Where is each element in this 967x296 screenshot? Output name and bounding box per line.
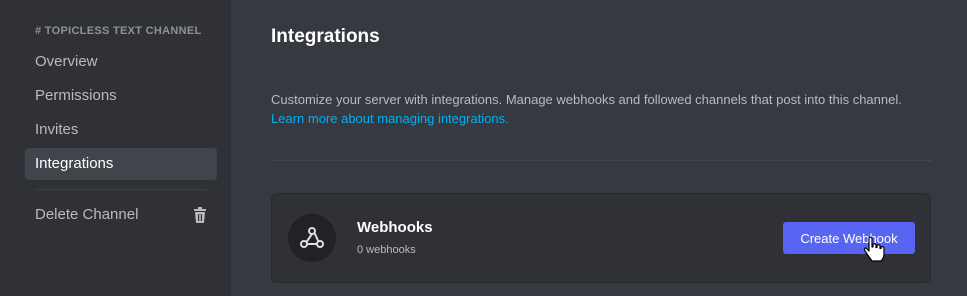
webhooks-card: Webhooks 0 webhooks Create Webhook bbox=[271, 193, 931, 283]
create-webhook-button[interactable]: Create Webhook bbox=[783, 222, 915, 254]
delete-channel-label: Delete Channel bbox=[35, 206, 139, 223]
sidebar-item-integrations[interactable]: Integrations bbox=[25, 148, 217, 180]
trash-icon bbox=[194, 207, 206, 223]
sidebar-item-invites[interactable]: Invites bbox=[25, 114, 217, 146]
sidebar-divider bbox=[35, 189, 207, 190]
settings-sidebar: # TOPICLESS TEXT CHANNEL Overview Permis… bbox=[0, 0, 231, 296]
content-divider bbox=[271, 160, 932, 161]
learn-more-link[interactable]: Learn more about managing integrations. bbox=[271, 111, 509, 126]
delete-channel-button[interactable]: Delete Channel bbox=[25, 199, 217, 231]
sidebar-item-overview[interactable]: Overview bbox=[25, 46, 217, 78]
webhooks-title: Webhooks bbox=[357, 219, 433, 236]
channel-name-header: # TOPICLESS TEXT CHANNEL bbox=[35, 25, 202, 37]
integrations-description: Customize your server with integrations.… bbox=[271, 90, 931, 128]
description-text: Customize your server with integrations.… bbox=[271, 92, 902, 107]
page-title: Integrations bbox=[271, 26, 380, 47]
webhooks-count: 0 webhooks bbox=[357, 244, 416, 256]
webhook-icon bbox=[288, 214, 336, 262]
sidebar-item-permissions[interactable]: Permissions bbox=[25, 80, 217, 112]
